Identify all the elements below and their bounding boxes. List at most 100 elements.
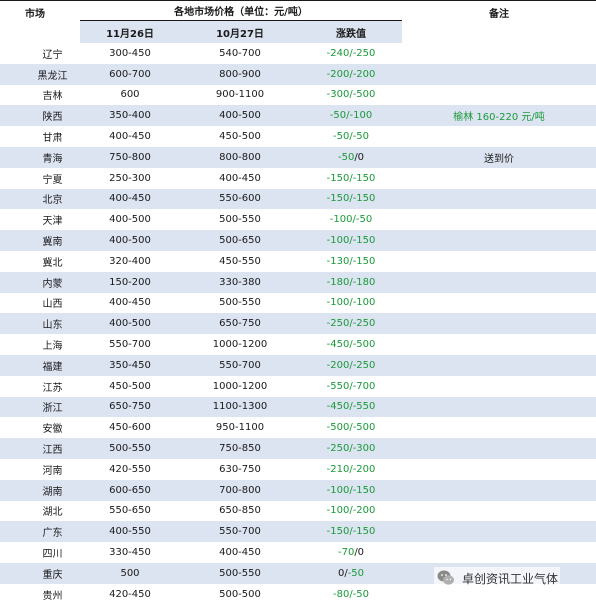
- market-cell: 黑龙江: [0, 63, 80, 85]
- change-part: 0/: [337, 567, 348, 579]
- oct27-cell: 550-700: [180, 354, 300, 376]
- market-cell: 四川: [0, 542, 80, 563]
- oct27-cell: 400-450: [180, 542, 300, 563]
- table-row: 北京 400-450 550-600 -150/-150: [0, 188, 596, 210]
- oct27-cell: 330-380: [180, 271, 300, 293]
- remark-cell: 送到价: [402, 146, 596, 168]
- oct27-cell: 500-550: [180, 209, 300, 231]
- oct27-cell: 500-650: [180, 230, 300, 251]
- market-cell: 安徽: [0, 417, 80, 439]
- change-part: -100/-200: [326, 505, 376, 517]
- nov26-cell: 650-750: [80, 396, 180, 418]
- oct27-cell: 500-550: [180, 292, 300, 314]
- change-part: -100/-50: [329, 214, 373, 226]
- change-cell: -100/-50: [300, 209, 403, 231]
- market-cell: 青海: [0, 146, 80, 168]
- remark-cell: [402, 250, 596, 272]
- change-part: -300/-500: [326, 89, 376, 101]
- oct27-cell: 650-850: [180, 500, 300, 522]
- remark-cell: [402, 479, 596, 501]
- change-part: -180/-180: [326, 276, 376, 288]
- oct27-cell: 1000-1200: [180, 334, 300, 355]
- remark-header: 备注: [402, 0, 596, 43]
- change-cell: -500/-500: [300, 417, 403, 439]
- change-cell: -150/-150: [300, 521, 403, 543]
- header-row-top: 市场 各地市场价格（单位：元/吨） 备注: [0, 0, 596, 43]
- remark-cell: [402, 313, 596, 335]
- market-cell: 湖南: [0, 479, 80, 501]
- remark-cell: [402, 438, 596, 459]
- oct27-cell: 540-700: [180, 43, 300, 64]
- table-row: 甘肃 400-450 450-500 -50/-50: [0, 126, 596, 147]
- remark-cell: [402, 230, 596, 251]
- oct27-cell: 500-500: [180, 583, 300, 605]
- nov26-cell: 420-550: [80, 458, 180, 480]
- change-cell: -130/-150: [300, 250, 403, 272]
- date-new-header: 11月26日: [80, 20, 180, 43]
- remark-cell: [402, 396, 596, 418]
- change-part: -450/-550: [326, 401, 376, 413]
- nov26-cell: 250-300: [80, 167, 180, 189]
- market-cell: 山东: [0, 313, 80, 335]
- market-cell: 江苏: [0, 375, 80, 397]
- table-row: 冀南 400-500 500-650 -100/-150: [0, 230, 596, 251]
- change-cell: -100/-150: [300, 230, 403, 251]
- nov26-cell: 400-500: [80, 230, 180, 251]
- oct27-cell: 400-450: [180, 167, 300, 189]
- nov26-cell: 400-450: [80, 126, 180, 147]
- change-cell: -450/-550: [300, 396, 403, 418]
- nov26-cell: 400-550: [80, 521, 180, 543]
- remark-cell: [402, 84, 596, 106]
- change-part: -210/-200: [326, 463, 376, 475]
- change-part: -150/-150: [326, 172, 376, 184]
- change-cell: -200/-250: [300, 354, 403, 376]
- market-cell: 江西: [0, 438, 80, 459]
- nov26-cell: 420-450: [80, 583, 180, 605]
- remark-cell: [402, 63, 596, 85]
- change-part: -100/-150: [326, 235, 376, 247]
- change-cell: -240/-250: [300, 43, 403, 64]
- remark-cell: [402, 209, 596, 231]
- oct27-cell: 1100-1300: [180, 396, 300, 418]
- nov26-cell: 450-600: [80, 417, 180, 439]
- nov26-cell: 500-550: [80, 438, 180, 459]
- change-cell: -80/-50: [300, 583, 403, 605]
- price-group-header: 各地市场价格（单位：元/吨）: [80, 0, 403, 21]
- oct27-cell: 550-600: [180, 188, 300, 210]
- nov26-cell: 550-650: [80, 500, 180, 522]
- change-cell: -150/-150: [300, 167, 403, 189]
- oct27-cell: 650-750: [180, 313, 300, 335]
- table-row: 江苏 450-500 1000-1200 -550/-700: [0, 375, 596, 397]
- nov26-cell: 350-450: [80, 354, 180, 376]
- oct27-cell: 450-500: [180, 126, 300, 147]
- change-cell: -50/-50: [300, 126, 403, 147]
- remark-cell: [402, 334, 596, 355]
- change-part: -250/-250: [326, 318, 376, 330]
- change-part: -50: [347, 567, 365, 579]
- oct27-cell: 900-1100: [180, 84, 300, 106]
- remark-cell: [402, 521, 596, 543]
- change-part: -150/-150: [326, 193, 376, 205]
- change-cell: -210/-200: [300, 458, 403, 480]
- change-part: -200/-200: [326, 68, 376, 80]
- wechat-icon: [436, 568, 456, 588]
- change-part: -50/-50: [332, 131, 370, 143]
- watermark: 卓创资讯工业气体: [434, 567, 561, 589]
- market-cell: 广东: [0, 521, 80, 543]
- market-cell: 福建: [0, 354, 80, 376]
- nov26-cell: 400-500: [80, 313, 180, 335]
- remark-cell: [402, 542, 596, 563]
- table-row: 河南 420-550 630-750 -210/-200: [0, 458, 596, 480]
- oct27-cell: 400-500: [180, 105, 300, 127]
- market-cell: 吉林: [0, 84, 80, 106]
- nov26-cell: 350-400: [80, 105, 180, 127]
- remark-cell: [402, 417, 596, 439]
- table-row: 广东 400-550 550-700 -150/-150: [0, 521, 596, 543]
- oct27-cell: 500-550: [180, 562, 300, 584]
- oct27-cell: 700-800: [180, 479, 300, 501]
- change-cell: -150/-150: [300, 188, 403, 210]
- change-part: -240/-250: [326, 47, 376, 59]
- market-cell: 上海: [0, 334, 80, 355]
- change-part: -500/-500: [326, 422, 376, 434]
- change-part: -150/-150: [326, 526, 376, 538]
